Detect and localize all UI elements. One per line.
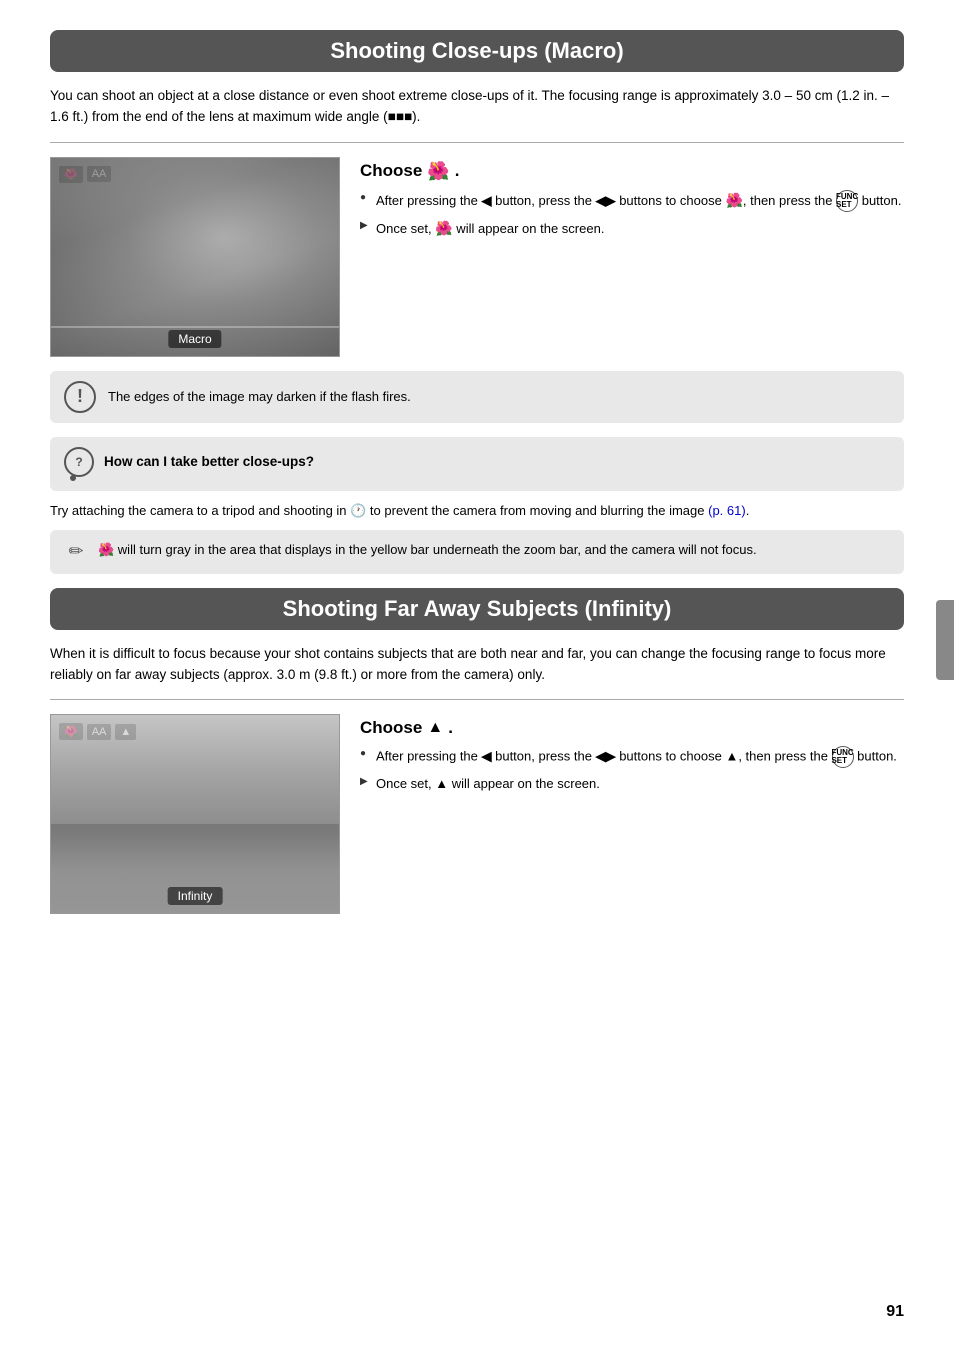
macro-note-box: ✏ 🌺 will turn gray in the area that disp… [50,530,904,574]
infinity-img-label: Infinity [168,887,223,905]
page-number: 91 [886,1303,904,1321]
macro-bullet-2: Once set, 🌺 will appear on the screen. [360,218,904,240]
infinity-instruction-row: 🌺 AA ▲ Infinity Choose ▲. After pr [50,714,904,914]
infinity-image: 🌺 AA ▲ Infinity [50,714,340,914]
macro-qa-body: Try attaching the camera to a tripod and… [50,501,904,522]
macro-warning-box: ! The edges of the image may darken if t… [50,371,904,423]
macro-choose-label: Choose [360,161,422,181]
macro-text-col: Choose 🌺. After pressing the ◀ button, p… [360,157,904,357]
macro-warning-text: The edges of the image may darken if the… [108,389,411,404]
macro-qa-header: ? How can I take better close-ups? [64,447,890,477]
macro-title: Shooting Close-ups (Macro) [50,30,904,72]
macro-bullet-1: After pressing the ◀ button, press the ◀… [360,190,904,213]
infinity-intro: When it is difficult to focus because yo… [50,644,904,686]
macro-section: Shooting Close-ups (Macro) You can shoot… [50,30,904,574]
macro-instruction-row: 🌺 AA Macro Choose 🌺. After pressing the … [50,157,904,357]
warning-icon: ! [64,381,96,413]
infinity-choose-label: Choose [360,718,422,738]
infinity-bullet-1: After pressing the ◀ button, press the ◀… [360,746,904,768]
divider-1 [50,142,904,143]
infinity-mountain-icon: ▲ [427,719,443,737]
macro-flower-icon: 🌺 [427,161,449,182]
divider-2 [50,699,904,700]
macro-note-text: 🌺 will turn gray in the area that displa… [98,540,757,564]
note-icon: ✏ [64,540,88,564]
infinity-title: Shooting Far Away Subjects (Infinity) [50,588,904,630]
func-set-icon-1: FUNCSET [836,190,858,212]
macro-bullet-list: After pressing the ◀ button, press the ◀… [360,190,904,240]
infinity-text-col: Choose ▲. After pressing the ◀ button, p… [360,714,904,914]
macro-image: 🌺 AA Macro [50,157,340,357]
macro-intro: You can shoot an object at a close dista… [50,86,904,128]
infinity-bullet-2: Once set, ▲ will appear on the screen. [360,774,904,794]
macro-img-label: Macro [168,330,221,348]
macro-choose-heading: Choose 🌺. [360,161,904,182]
func-set-icon-2: FUNCSET [832,746,854,768]
infinity-section: Shooting Far Away Subjects (Infinity) Wh… [50,588,904,915]
macro-qa-link[interactable]: (p. 61) [708,503,746,518]
infinity-bullet-list: After pressing the ◀ button, press the ◀… [360,746,904,794]
qa-icon: ? [64,447,94,477]
macro-qa-box: ? How can I take better close-ups? [50,437,904,491]
macro-qa-title: How can I take better close-ups? [104,454,314,469]
infinity-choose-heading: Choose ▲. [360,718,904,738]
side-tab [936,600,954,680]
